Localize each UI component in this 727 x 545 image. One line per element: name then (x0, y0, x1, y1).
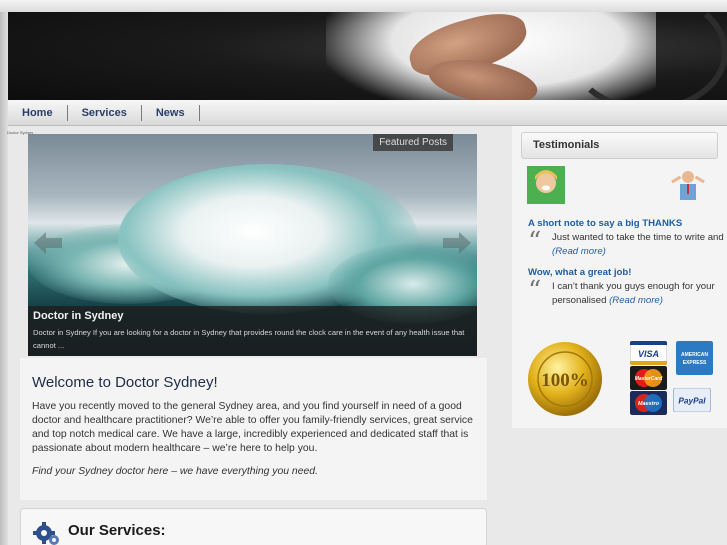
avatar (527, 166, 565, 204)
top-strip (0, 0, 727, 12)
visa-label: VISA (638, 349, 659, 359)
amex-card-icon: AMERICAN EXPRESS (676, 341, 713, 375)
quote-icon: “ (528, 227, 542, 257)
testimonial-text: Just wanted to take the time to write an… (552, 231, 724, 259)
testimonial-text: I can’t thank you guys enough for your p… (552, 280, 724, 308)
slider-next-button[interactable] (441, 230, 473, 256)
maestro-card-icon: Maestro (630, 391, 667, 415)
paypal-label: PayPal (678, 396, 706, 406)
quote-icon: “ (528, 276, 542, 306)
arrow-right-icon (443, 232, 471, 254)
slider-prev-button[interactable] (32, 230, 64, 256)
featured-posts-label: Featured Posts (373, 134, 453, 151)
testimonial-heading[interactable]: Wow, what a great job! (528, 267, 631, 278)
header-banner (8, 12, 727, 100)
seal-value: 100% (541, 370, 589, 391)
caption-text: Doctor in Sydney If you are looking for … (33, 328, 465, 350)
services-box: Our Services: (20, 508, 487, 545)
banner-stethoscope (568, 12, 727, 100)
nav-home[interactable]: Home (8, 104, 68, 121)
read-more-link[interactable]: (Read more) (609, 295, 663, 306)
mastercard-label: MasterCard (635, 376, 663, 382)
read-more-link[interactable]: (Read more) (552, 246, 606, 257)
maestro-label: Maestro (638, 401, 660, 407)
svg-text:AMERICAN: AMERICAN (681, 352, 708, 358)
testimonials-sidebar: Testimonials A short note to say a big T… (512, 126, 727, 428)
main-nav: Home Services News (8, 100, 727, 126)
welcome-box: Welcome to Doctor Sydney! Have you recen… (20, 358, 487, 500)
featured-slider[interactable]: Featured Posts Doctor in Sydney Doctor i… (28, 134, 477, 356)
testimonial-excerpt: Just wanted to take the time to write an… (552, 232, 724, 243)
gear-icon (33, 522, 59, 545)
visa-card-icon: VISA (630, 341, 667, 365)
testimonial-heading[interactable]: A short note to say a big THANKS (528, 218, 682, 229)
testimonials-title: Testimonials (521, 132, 718, 159)
caption-title[interactable]: Doctor in Sydney (33, 310, 472, 322)
arrow-left-icon (34, 232, 62, 254)
avatar (669, 166, 707, 204)
svg-text:EXPRESS: EXPRESS (683, 360, 707, 366)
slider-caption[interactable]: Doctor in Sydney Doctor in Sydney If you… (28, 306, 477, 356)
welcome-title: Welcome to Doctor Sydney! (32, 374, 218, 391)
welcome-paragraph: Have you recently moved to the general S… (32, 401, 473, 454)
paypal-icon: PayPal (673, 388, 711, 412)
welcome-tagline: Find your Sydney doctor here – we have e… (32, 466, 318, 477)
services-title: Our Services: (68, 522, 166, 539)
mastercard-icon: MasterCard (630, 366, 667, 390)
nav-news[interactable]: News (142, 104, 200, 121)
nav-services[interactable]: Services (68, 104, 142, 121)
satisfaction-seal-icon: 100% (528, 342, 602, 416)
left-shadow (0, 12, 8, 545)
